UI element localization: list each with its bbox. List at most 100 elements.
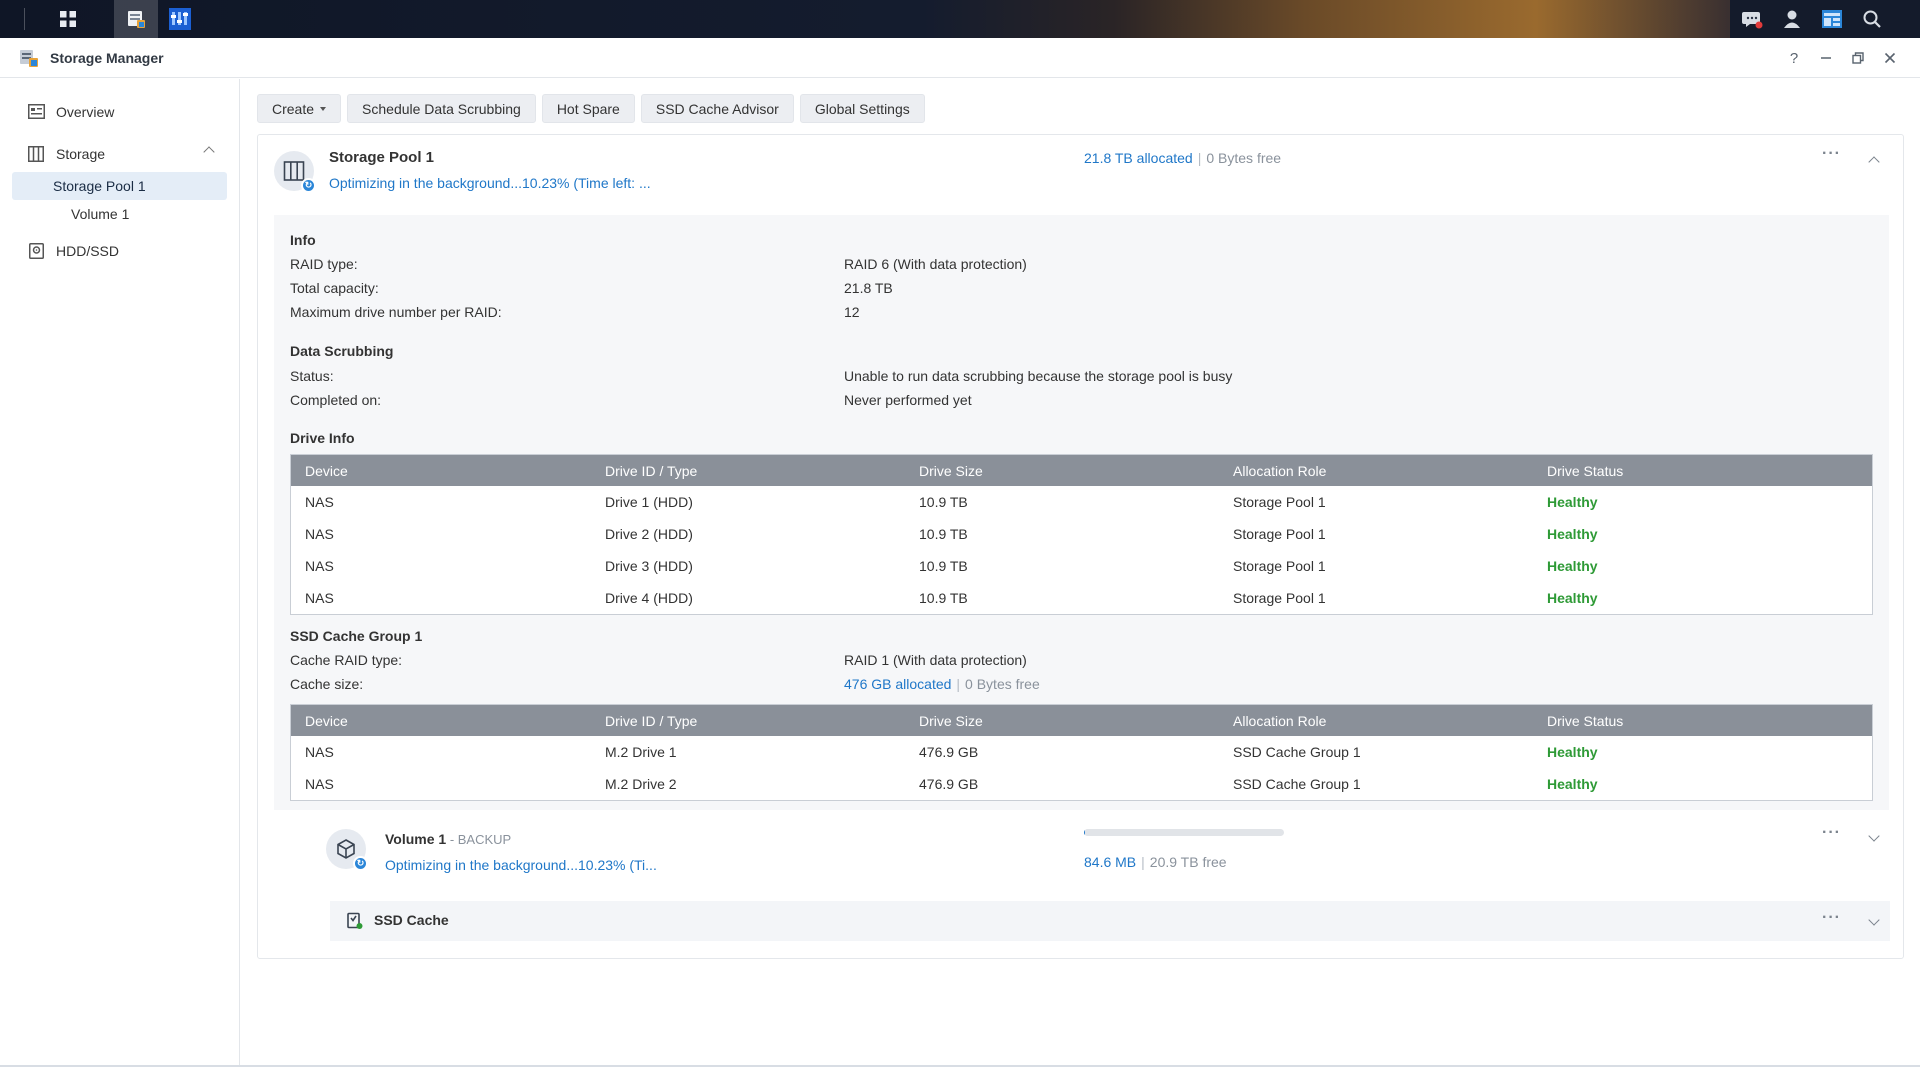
drive-status-healthy: Healthy <box>1547 526 1598 542</box>
table-cell: 10.9 TB <box>919 590 968 606</box>
expand-chevron-icon[interactable] <box>1868 830 1880 842</box>
column-header[interactable]: Device <box>291 463 605 479</box>
sidebar-item-label: HDD/SSD <box>56 242 120 259</box>
table-row[interactable]: NAS Drive 1 (HDD) 10.9 TB Storage Pool 1… <box>291 486 1872 518</box>
expand-chevron-icon[interactable] <box>1868 914 1880 926</box>
volume-dash: - <box>446 832 458 847</box>
volume-usage-fill <box>1084 829 1085 836</box>
sidebar-item-volume-1[interactable]: Volume 1 <box>0 200 239 228</box>
column-header[interactable]: Drive Size <box>919 713 1233 729</box>
cache-raid-value: RAID 1 (With data protection) <box>844 652 1027 668</box>
storage-pool-allocation: 21.8 TB allocated | 0 Bytes free <box>1084 150 1281 166</box>
ssd-cache-advisor-label: SSD Cache Advisor <box>655 100 779 117</box>
storage-pool-details: Info RAID type: RAID 6 (With data protec… <box>274 215 1889 810</box>
table-row[interactable]: NAS Drive 2 (HDD) 10.9 TB Storage Pool 1… <box>291 518 1872 550</box>
table-row[interactable]: NAS M.2 Drive 2 476.9 GB SSD Cache Group… <box>291 768 1872 800</box>
table-cell: NAS <box>305 776 334 792</box>
taskbar <box>0 0 1920 38</box>
sidebar-item-storage-pool-1[interactable]: Storage Pool 1 <box>12 172 227 200</box>
schedule-scrubbing-button[interactable]: Schedule Data Scrubbing <box>347 94 536 123</box>
column-header[interactable]: Drive ID / Type <box>605 463 919 479</box>
ssd-cache-more-actions-icon[interactable]: ··· <box>1822 909 1841 927</box>
restore-button[interactable] <box>1842 42 1874 74</box>
ssd-cache-label: SSD Cache <box>374 912 449 928</box>
table-row[interactable]: NAS M.2 Drive 1 476.9 GB SSD Cache Group… <box>291 736 1872 768</box>
minimize-button[interactable] <box>1810 42 1842 74</box>
allocation-separator: | <box>1197 150 1202 166</box>
widgets-button[interactable] <box>1810 0 1854 38</box>
table-cell: NAS <box>305 526 334 542</box>
help-icon: ? <box>1789 49 1799 67</box>
schedule-scrubbing-label: Schedule Data Scrubbing <box>362 100 521 117</box>
collapse-chevron-icon[interactable] <box>1868 156 1880 168</box>
sidebar-item-storage[interactable]: Storage <box>0 135 239 172</box>
column-header[interactable]: Allocation Role <box>1233 713 1547 729</box>
table-row[interactable]: NAS Drive 4 (HDD) 10.9 TB Storage Pool 1… <box>291 582 1872 614</box>
volume-tag: BACKUP <box>457 832 512 847</box>
column-header[interactable]: Drive Size <box>919 463 1233 479</box>
chevron-up-icon[interactable] <box>203 146 215 158</box>
column-header[interactable]: Allocation Role <box>1233 463 1547 479</box>
raid-type-value: RAID 6 (With data protection) <box>844 256 1027 272</box>
sync-badge-icon: ↻ <box>301 178 316 193</box>
ssd-cache-row[interactable]: SSD Cache ··· <box>330 901 1890 941</box>
user-button[interactable] <box>1770 0 1814 38</box>
hot-spare-label: Hot Spare <box>556 100 620 117</box>
main-content: Create Schedule Data Scrubbing Hot Spare… <box>241 79 1920 1065</box>
global-settings-button[interactable]: Global Settings <box>799 94 925 123</box>
table-cell: NAS <box>305 558 334 574</box>
taskbar-storage-manager[interactable] <box>114 0 158 38</box>
table-cell: SSD Cache Group 1 <box>1233 744 1361 760</box>
storage-manager-window: Storage Manager ? Overview Storage Stora… <box>0 38 1920 1067</box>
table-cell: 476.9 GB <box>919 776 979 792</box>
notifications-button[interactable] <box>1730 0 1774 38</box>
cache-free-value: 0 Bytes free <box>965 676 1040 692</box>
chat-notification-icon <box>1742 12 1763 29</box>
table-cell: Storage Pool 1 <box>1233 590 1326 606</box>
widgets-icon <box>1822 10 1842 28</box>
drive-status-healthy: Healthy <box>1547 776 1598 792</box>
taskbar-app-2[interactable] <box>158 0 202 38</box>
ssd-drive-table: Device Drive ID / Type Drive Size Alloca… <box>290 704 1873 801</box>
storage-pool-name: Storage Pool 1 <box>329 149 435 166</box>
apps-grid-icon <box>60 11 76 27</box>
cache-allocated-value: 476 GB allocated <box>844 676 952 692</box>
main-menu-button[interactable] <box>46 0 90 38</box>
drive-status-healthy: Healthy <box>1547 744 1598 760</box>
close-button[interactable] <box>1874 42 1906 74</box>
ssd-cache-group-title: SSD Cache Group 1 <box>290 628 423 644</box>
volume-more-actions-icon[interactable]: ··· <box>1822 824 1841 842</box>
help-button[interactable]: ? <box>1778 42 1810 74</box>
search-button[interactable] <box>1850 0 1894 38</box>
allocation-separator: | <box>956 676 961 692</box>
overview-icon <box>27 103 45 121</box>
ssd-cache-advisor-button[interactable]: SSD Cache Advisor <box>640 94 794 123</box>
storage-pool-panel: ↻ Storage Pool 1 Optimizing in the backg… <box>257 134 1904 959</box>
sidebar-item-overview[interactable]: Overview <box>0 93 239 130</box>
column-header[interactable]: Drive Status <box>1547 463 1847 479</box>
more-actions-icon[interactable]: ··· <box>1822 145 1841 163</box>
search-icon <box>1863 10 1881 28</box>
taskbar-tray <box>1730 0 1920 38</box>
taskbar-divider <box>24 8 25 30</box>
column-header[interactable]: Drive ID / Type <box>605 713 919 729</box>
create-button[interactable]: Create <box>257 94 342 123</box>
max-drive-value: 12 <box>844 304 860 320</box>
table-header: Device Drive ID / Type Drive Size Alloca… <box>291 705 1872 736</box>
cache-raid-label: Cache RAID type: <box>290 652 403 668</box>
storage-pool-header[interactable]: ↻ Storage Pool 1 Optimizing in the backg… <box>258 135 1903 207</box>
column-header[interactable]: Drive Status <box>1547 713 1847 729</box>
table-cell: 10.9 TB <box>919 526 968 542</box>
table-cell: 476.9 GB <box>919 744 979 760</box>
completed-on-label: Completed on: <box>290 392 382 408</box>
table-row[interactable]: NAS Drive 3 (HDD) 10.9 TB Storage Pool 1… <box>291 550 1872 582</box>
sync-badge-icon: ↻ <box>353 856 368 871</box>
column-header[interactable]: Device <box>291 713 605 729</box>
drive-status-healthy: Healthy <box>1547 558 1598 574</box>
volume-name: Volume 1 - BACKUP <box>385 831 511 847</box>
total-capacity-label: Total capacity: <box>290 280 379 296</box>
hot-spare-button[interactable]: Hot Spare <box>541 94 635 123</box>
window-controls: ? <box>1778 38 1906 78</box>
sidebar-item-hdd-ssd[interactable]: HDD/SSD <box>0 232 239 269</box>
storage-icon <box>27 145 45 163</box>
